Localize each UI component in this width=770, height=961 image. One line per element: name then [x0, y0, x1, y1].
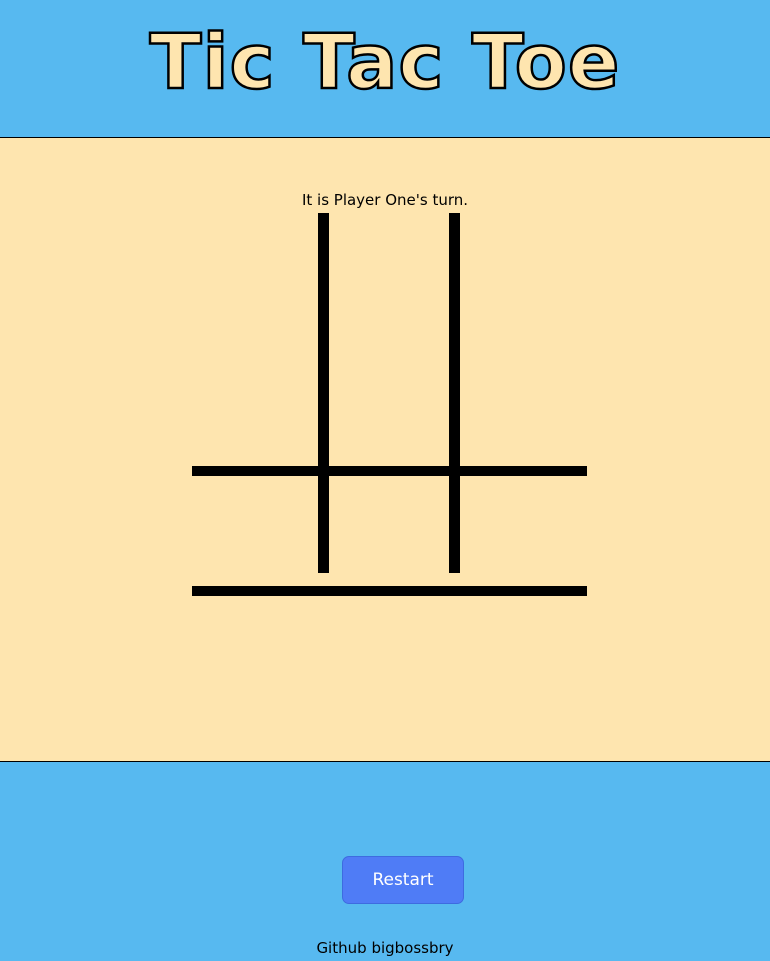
- board-cell-4[interactable]: [192, 333, 323, 453]
- board-cell-7[interactable]: [192, 453, 323, 573]
- board-cell-9[interactable]: [454, 453, 587, 573]
- board-cell-1[interactable]: [192, 213, 323, 333]
- github-link[interactable]: Github bigbossbry: [0, 938, 770, 958]
- board-cell-6[interactable]: [454, 333, 587, 453]
- game-board: [192, 213, 587, 573]
- page-title: Tic Tac Toe: [148, 16, 621, 108]
- github-username: bigbossbry: [371, 939, 454, 957]
- board-cell-2[interactable]: [323, 213, 454, 333]
- board-cell-8[interactable]: [323, 453, 454, 573]
- turn-status: It is Player One's turn.: [301, 191, 469, 209]
- board-cell-5[interactable]: [323, 333, 454, 453]
- restart-button[interactable]: Restart: [342, 856, 464, 904]
- header: Tic Tac Toe: [0, 0, 770, 138]
- footer: Restart Github bigbossbry: [0, 762, 770, 961]
- github-label: Github: [316, 939, 367, 957]
- board-cell-3[interactable]: [454, 213, 587, 333]
